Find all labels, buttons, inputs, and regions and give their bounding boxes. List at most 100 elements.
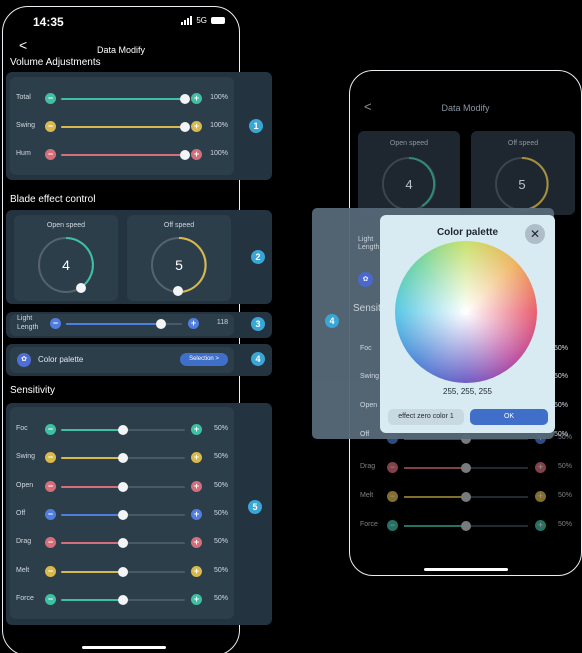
minus-icon[interactable]: −	[45, 121, 56, 132]
network-label: 5G	[196, 16, 207, 25]
volume-swing-row: Swing − +100%	[16, 120, 228, 134]
sensitivity-open-value: 50%	[213, 481, 228, 489]
right-row-label-partial: Foc	[360, 345, 372, 352]
plus-icon[interactable]: +	[188, 318, 199, 329]
blade-title: Blade effect control	[10, 194, 96, 205]
sensitivity-off-slider[interactable]	[61, 509, 185, 520]
plus-icon[interactable]: +	[191, 121, 202, 132]
slider-handle[interactable]	[118, 538, 128, 549]
slider-handle[interactable]	[180, 122, 190, 132]
slider-handle[interactable]	[118, 509, 128, 520]
sensitivity-drag-slider[interactable]	[61, 538, 185, 549]
slider-handle[interactable]	[118, 566, 128, 577]
close-icon[interactable]: ✕	[525, 224, 545, 244]
sensitivity-melt-value: 50%	[213, 566, 228, 574]
plus-icon[interactable]: +	[191, 537, 202, 549]
signal-icon	[181, 16, 193, 25]
volume-swing-label: Swing	[16, 122, 36, 129]
minus-icon[interactable]: −	[50, 318, 61, 329]
off-speed-value-right: 5	[518, 177, 525, 192]
minus-icon[interactable]: −	[45, 452, 56, 464]
selection-button-label: Selection	[189, 356, 214, 362]
light-length-slider[interactable]	[66, 319, 182, 329]
open-speed-dial[interactable]: 4	[34, 233, 98, 297]
sensitivity-melt-row: Melt − +50%	[16, 565, 228, 579]
home-indicator-left	[82, 646, 166, 649]
open-speed-value: 4	[62, 257, 70, 273]
slider-handle[interactable]	[156, 319, 167, 329]
plus-icon[interactable]: +	[191, 93, 202, 104]
status-indicators: 5G	[181, 16, 225, 25]
plus-icon[interactable]: +	[191, 565, 202, 577]
sensitivity-off-row: Off − +50%	[16, 508, 228, 522]
off-speed-card[interactable]: Off speed 5	[127, 215, 231, 301]
right-row-value: 50%	[557, 521, 572, 528]
sensitivity-melt-slider[interactable]	[61, 566, 185, 577]
plus-icon: +	[535, 491, 546, 502]
status-time: 14:35	[33, 15, 64, 29]
minus-icon[interactable]: −	[45, 593, 56, 605]
plus-icon[interactable]: +	[191, 149, 202, 160]
plus-icon[interactable]: +	[191, 593, 202, 605]
right-sensitivity-row: Drag − +50%	[360, 461, 572, 475]
minus-icon[interactable]: −	[45, 480, 56, 492]
minus-icon[interactable]: −	[45, 537, 56, 549]
right-row-slider	[404, 492, 528, 502]
sensitivity-swing-slider[interactable]	[61, 453, 185, 464]
right-row-label-partial: Open	[360, 402, 378, 409]
badge-2: 2	[251, 250, 265, 264]
sensitivity-swing-label: Swing	[16, 453, 36, 461]
effect-zero-color-button[interactable]: effect zero color 1	[388, 409, 464, 425]
slider-handle[interactable]	[180, 150, 190, 160]
volume-hum-value: 100%	[210, 150, 228, 157]
badge-3: 3	[251, 317, 265, 331]
sensitivity-foc-label: Foc	[16, 425, 28, 432]
sensitivity-foc-row: Foc − +50%	[16, 423, 228, 437]
minus-icon: −	[387, 462, 398, 473]
battery-icon	[211, 17, 225, 24]
minus-icon[interactable]: −	[45, 149, 56, 160]
slider-handle[interactable]	[118, 594, 128, 605]
slider-handle[interactable]	[118, 481, 128, 492]
minus-icon[interactable]: −	[45, 93, 56, 104]
plus-icon[interactable]: +	[191, 452, 202, 464]
sensitivity-off-value: 50%	[213, 509, 228, 517]
sensitivity-force-value: 50%	[213, 594, 228, 602]
sensitivity-force-slider[interactable]	[61, 594, 185, 605]
plus-icon[interactable]: +	[191, 424, 202, 435]
off-speed-card-right: Off speed 5	[471, 131, 575, 215]
plus-icon[interactable]: +	[191, 508, 202, 520]
volume-total-slider[interactable]	[61, 94, 190, 104]
minus-icon[interactable]: −	[45, 565, 56, 577]
plus-icon[interactable]: +	[191, 480, 202, 492]
off-speed-dial-right: 5	[495, 157, 549, 212]
color-palette-dialog: Color palette ✕ 255, 255, 255 effect zer…	[380, 215, 555, 433]
right-row-value-partial: 50%	[554, 402, 569, 409]
off-speed-dial[interactable]: 5	[147, 233, 211, 297]
sensitivity-foc-slider[interactable]	[61, 425, 185, 435]
status-bar: 14:35 5G	[3, 7, 239, 31]
color-picker-handle[interactable]	[461, 307, 469, 315]
sensitivity-open-slider[interactable]	[61, 481, 185, 492]
off-speed-label: Off speed	[163, 222, 195, 229]
slider-handle[interactable]	[180, 94, 190, 104]
sensitivity-drag-value: 50%	[213, 538, 228, 546]
volume-swing-value: 100%	[210, 122, 228, 129]
volume-hum-slider[interactable]	[61, 150, 190, 160]
slider-handle[interactable]	[118, 453, 128, 464]
volume-total-value: 100%	[210, 94, 228, 101]
minus-icon[interactable]: −	[45, 508, 56, 520]
off-speed-label-right: Off speed	[507, 140, 539, 147]
right-row-label: Drag	[360, 463, 376, 470]
minus-icon[interactable]: −	[45, 424, 56, 435]
badge-1: 1	[249, 119, 263, 133]
open-speed-value-right: 4	[405, 177, 412, 192]
slider-handle[interactable]	[118, 425, 128, 435]
open-speed-card[interactable]: Open speed 4	[14, 215, 118, 301]
badge-4-right: 4	[325, 314, 339, 328]
right-row-value-partial: 50%	[554, 345, 569, 352]
selection-button[interactable]: Selection >	[180, 353, 228, 366]
ok-button[interactable]: OK	[470, 409, 548, 425]
volume-swing-slider[interactable]	[61, 122, 190, 132]
color-wheel[interactable]	[395, 241, 537, 383]
